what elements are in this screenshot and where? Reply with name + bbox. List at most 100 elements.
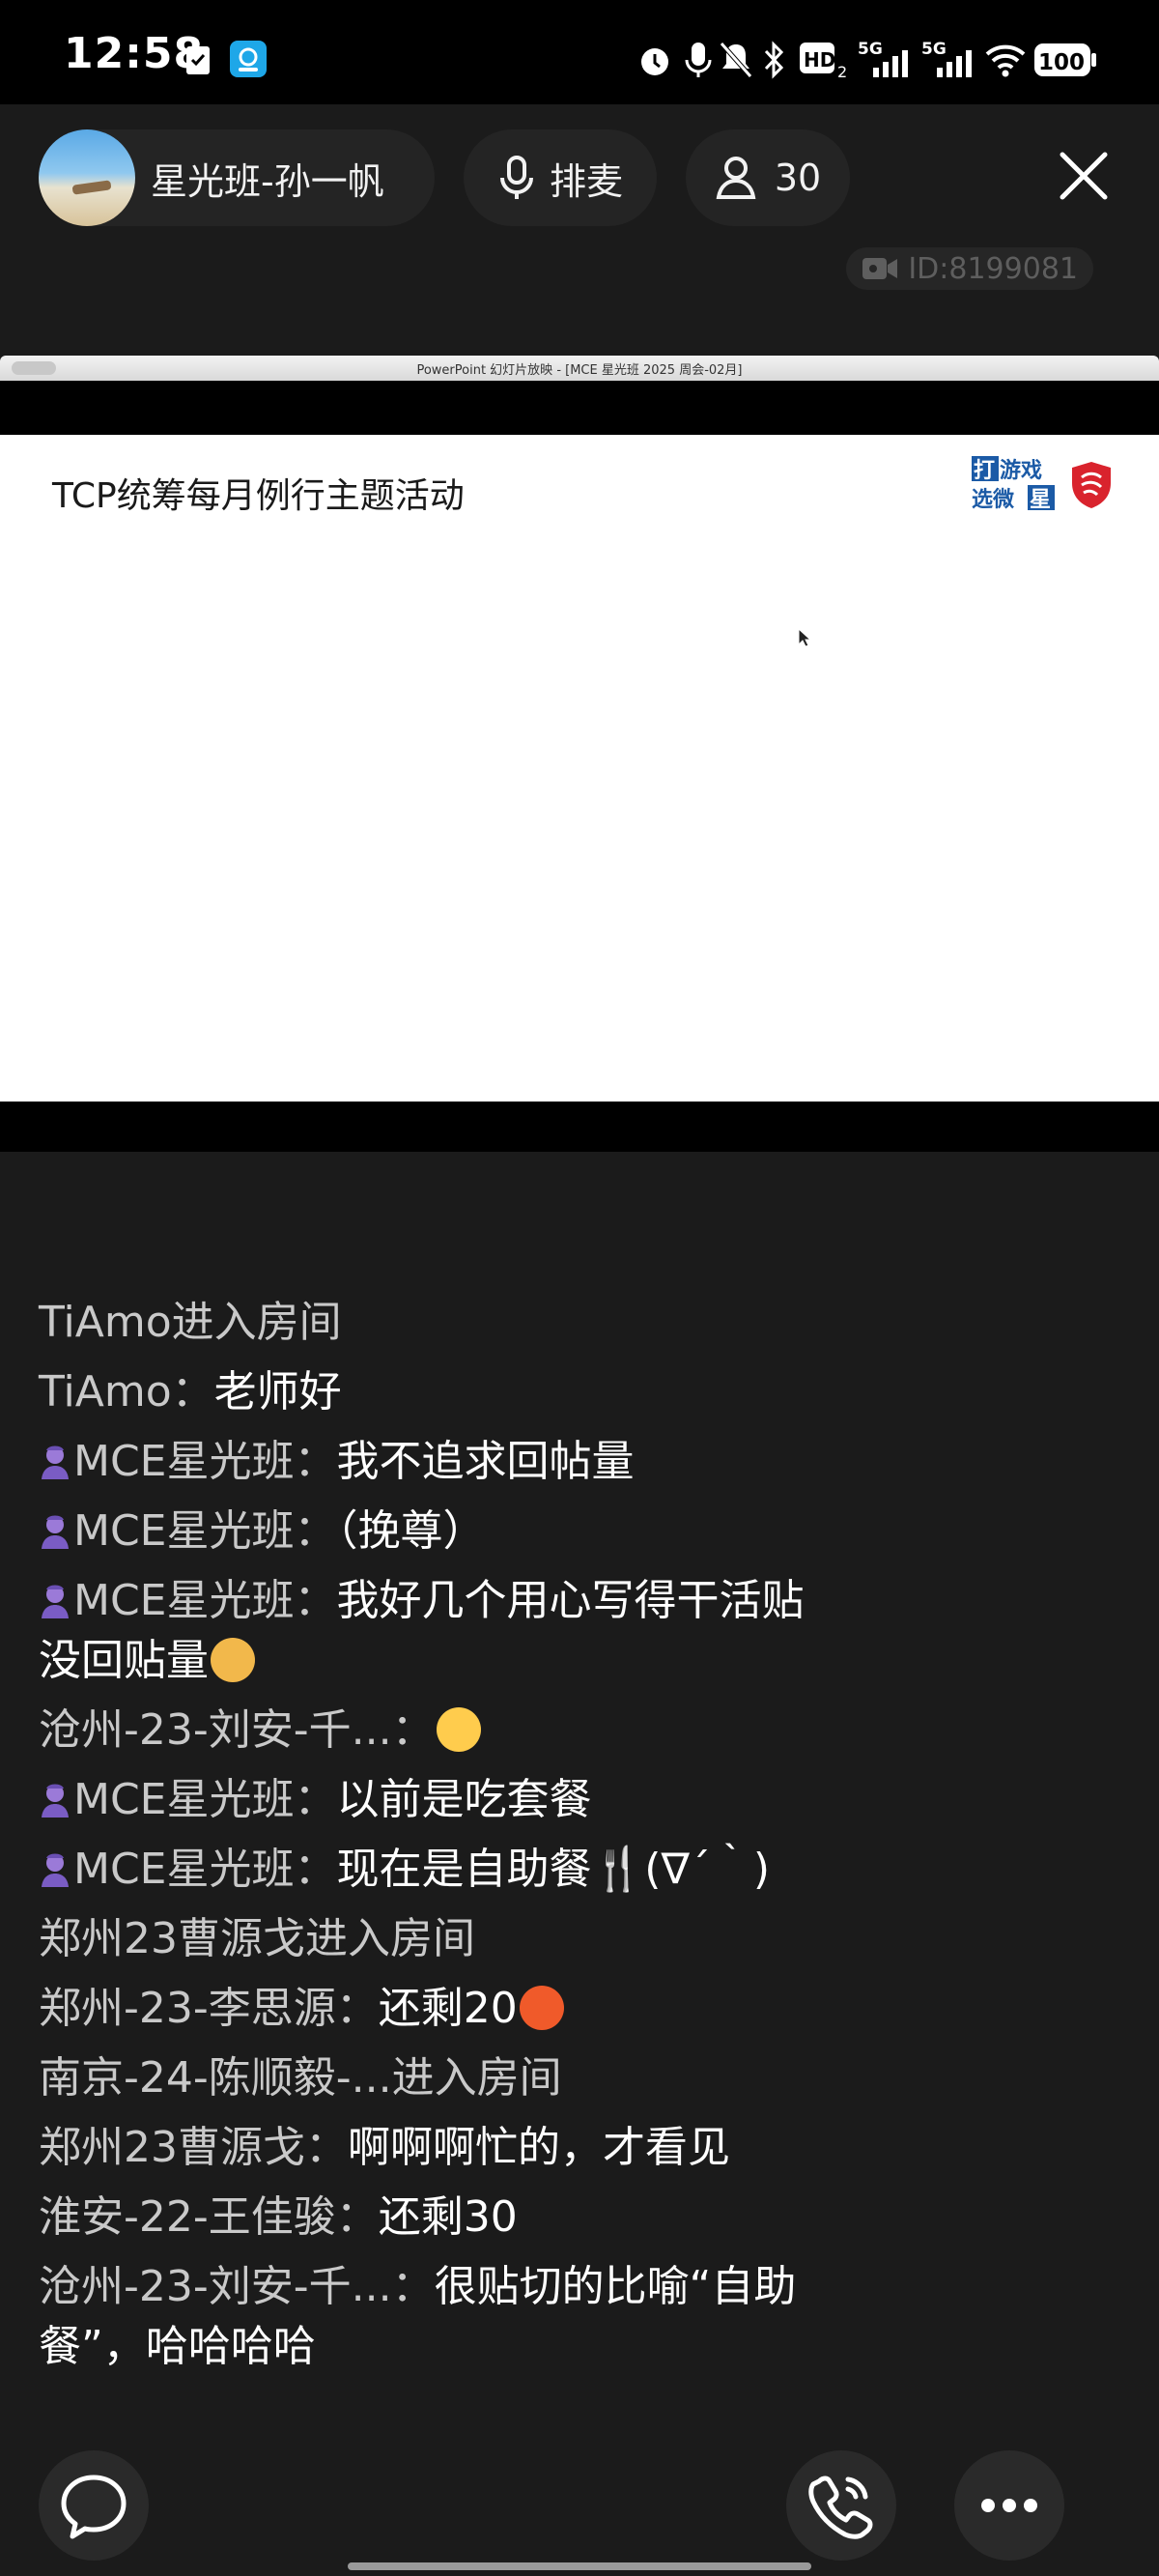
chat-separator: ：	[294, 1845, 337, 1894]
room-name: 星光班-孙一帆	[151, 159, 384, 203]
chat-content: 还剩30	[378, 2192, 518, 2242]
angry-emoji-icon	[519, 1986, 564, 2030]
chat-separator: ：	[294, 1506, 337, 1556]
svg-text:2: 2	[837, 63, 847, 79]
chat-sender[interactable]: MCE星光班	[73, 1845, 295, 1894]
chat-separator: ：	[171, 1367, 214, 1417]
chat-message: 郑州23曹源戈：啊啊啊忙的，才看见	[39, 2118, 831, 2178]
chat-content: （挽尊）	[336, 1506, 486, 1556]
more-button[interactable]	[954, 2450, 1064, 2561]
status-bar: 12:58 HD 2 5G 5G 100	[0, 0, 1159, 104]
admin-badge-icon	[42, 1445, 69, 1479]
chat-message: 淮安-22-王佳骏：还剩30	[39, 2188, 831, 2247]
slideshow-window-bar: PowerPoint 幻灯片放映 - [MCE 星光班 2025 周会-02月]	[0, 356, 1159, 382]
chat-message: 郑州23曹源戈进入房间	[39, 1909, 831, 1969]
chat-content: 还剩20	[378, 1984, 518, 2033]
letterbox-bottom	[0, 1102, 1159, 1152]
chat-sender[interactable]: TiAmo	[39, 1367, 172, 1417]
chat-sender[interactable]: 郑州23曹源戈	[39, 2123, 305, 2172]
chat-message: TiAmo：老师好	[39, 1362, 831, 1422]
more-icon	[981, 2499, 1037, 2512]
signal-5g-icon: 5G	[921, 40, 972, 77]
chat-sender[interactable]: MCE星光班	[73, 1775, 295, 1824]
chat-bubble-icon	[61, 2475, 127, 2539]
chat-message: 南京-24-陈顺毅-...进入房间	[39, 2048, 831, 2108]
call-button[interactable]	[786, 2450, 896, 2561]
app-icon	[230, 41, 267, 77]
svg-text:5G: 5G	[921, 40, 947, 59]
chat-messages: TiAmo进入房间 TiAmo：老师好 MCE星光班：我不追求回帖量 MCE星光班：（…	[39, 1293, 831, 2387]
signal-5g-icon: 5G	[858, 40, 908, 77]
chat-separator: ：	[294, 1775, 337, 1824]
chat-message: MCE星光班：我不追求回帖量	[39, 1432, 831, 1492]
room-host-pill[interactable]: 星光班-孙一帆	[39, 129, 435, 226]
chat-sender[interactable]: 沧州-23-刘安-千...	[39, 1705, 392, 1755]
svg-text:5G: 5G	[858, 40, 883, 59]
room-id-tag: ID:8199081	[846, 247, 1093, 290]
chat-content: 老师好	[213, 1367, 342, 1417]
admin-badge-icon	[42, 1784, 69, 1818]
svg-text:星: 星	[1030, 488, 1051, 512]
chat-sender[interactable]: MCE星光班	[73, 1506, 295, 1556]
bluetooth-icon	[764, 41, 784, 79]
chat-sender[interactable]: 郑州23曹源戈进入房间	[39, 1914, 475, 1963]
chat-separator: ：	[391, 2262, 435, 2311]
slideshow-window-title: PowerPoint 幻灯片放映 - [MCE 星光班 2025 周会-02月]	[416, 363, 743, 378]
chat-message: 沧州-23-刘安-千...：	[39, 1701, 831, 1760]
alarm-icon	[641, 48, 668, 75]
chat-message: MCE星光班：（挽尊）	[39, 1502, 831, 1561]
admin-badge-icon	[42, 1853, 69, 1887]
gesture-nav-bar[interactable]	[348, 2562, 811, 2570]
svg-text:打: 打	[974, 459, 995, 483]
mouse-cursor-icon	[798, 628, 811, 647]
brand-logo-text: 打 游戏 选微 星	[970, 454, 1057, 512]
chat-sender[interactable]: 淮安-22-王佳骏	[39, 2192, 336, 2242]
chat-sender[interactable]: 沧州-23-刘安-千...	[39, 2262, 392, 2311]
svg-text:游戏: 游戏	[1000, 458, 1042, 483]
chat-button[interactable]	[39, 2450, 149, 2561]
chat-sender[interactable]: MCE星光班	[73, 1576, 295, 1625]
chat-sender[interactable]: 郑州-23-李思源	[39, 1984, 336, 2033]
chat-message: 郑州-23-李思源：还剩20	[39, 1979, 831, 2039]
chat-message: MCE星光班：我好几个用心写得干活贴没回贴量	[39, 1571, 831, 1691]
room-header: 星光班-孙一帆 排麦 30 ID:8199081	[0, 104, 1159, 356]
chat-content: 现在是自助餐🍴(∇´｀)	[336, 1845, 771, 1894]
mute-icon	[720, 42, 752, 78]
phone-icon	[808, 2476, 873, 2539]
status-time: 12:58	[64, 29, 205, 78]
letterbox-top	[0, 381, 1159, 435]
sad-emoji-icon	[211, 1638, 255, 1682]
battery-icon: 100	[1034, 43, 1096, 76]
mic-icon	[499, 156, 533, 199]
slide-title: TCP统筹每月例行主题活动	[52, 476, 465, 516]
shared-slide: TCP统筹每月例行主题活动 打 游戏 选微 星	[0, 435, 1159, 1102]
chat-message: MCE星光班：现在是自助餐🍴(∇´｀)	[39, 1840, 831, 1900]
chat-message: MCE星光班：以前是吃套餐	[39, 1770, 831, 1830]
chat-sender[interactable]: TiAmo进入房间	[39, 1298, 342, 1347]
hd-icon: HD2	[800, 43, 847, 79]
admin-badge-icon	[42, 1585, 69, 1618]
chat-separator: ：	[294, 1576, 337, 1625]
chat-content: 以前是吃套餐	[336, 1775, 592, 1824]
host-avatar[interactable]	[39, 129, 135, 226]
mic-icon	[685, 43, 712, 77]
chat-sender[interactable]: 南京-24-陈顺毅-...进入房间	[39, 2053, 562, 2103]
battery-level: 100	[1038, 50, 1085, 75]
close-icon[interactable]	[1055, 147, 1113, 205]
wifi-icon	[985, 44, 1026, 77]
chat-separator: ：	[294, 1437, 337, 1486]
chat-separator: ：	[391, 1705, 435, 1755]
chat-sender[interactable]: MCE星光班	[73, 1437, 295, 1486]
chat-content: 我不追求回帖量	[336, 1437, 635, 1486]
user-icon	[716, 157, 756, 199]
chat-separator: ：	[335, 1984, 379, 2033]
relieved-emoji-icon	[436, 1707, 481, 1752]
audience-count: 30	[774, 157, 822, 199]
svg-text:选微: 选微	[972, 487, 1014, 512]
mic-queue-button[interactable]: 排麦	[464, 129, 657, 226]
audience-count-button[interactable]: 30	[686, 129, 850, 226]
video-camera-icon	[862, 258, 898, 279]
svg-text:HD: HD	[804, 48, 835, 72]
room-id: ID:8199081	[908, 251, 1078, 286]
chat-separator: ：	[335, 2192, 379, 2242]
